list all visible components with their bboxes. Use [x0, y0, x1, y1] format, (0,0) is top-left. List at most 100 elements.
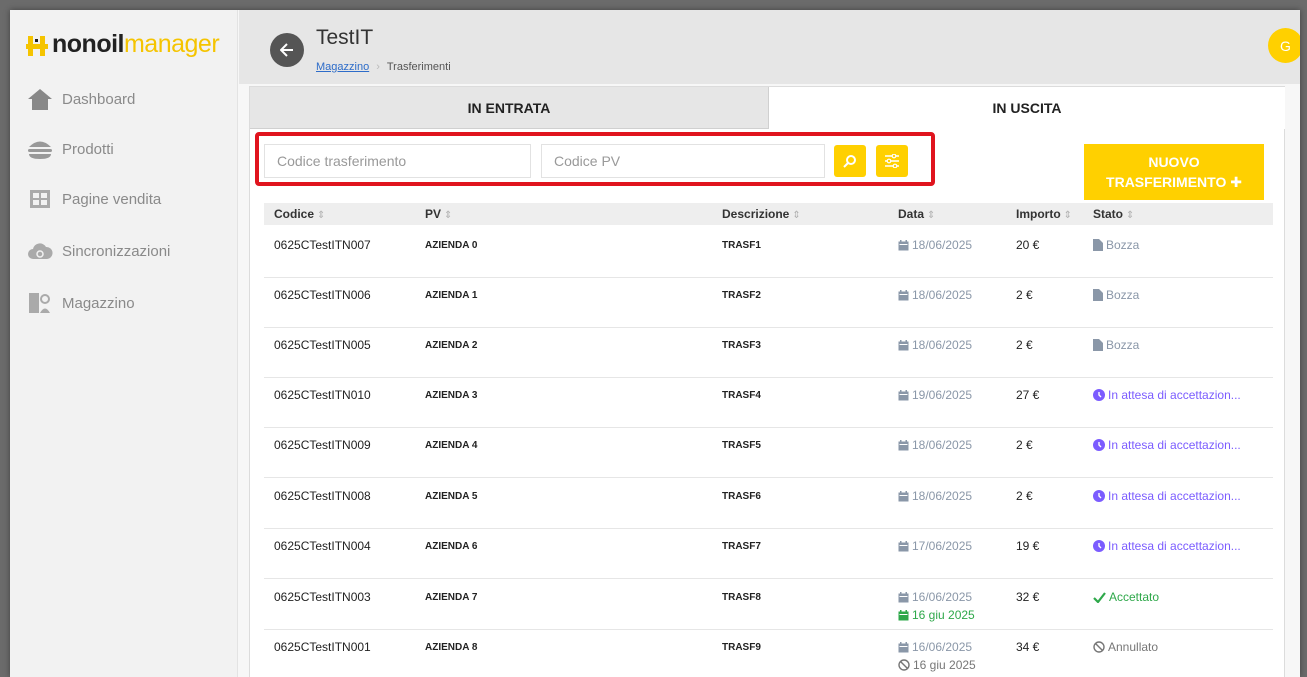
breadcrumb-current: Trasferimenti	[386, 61, 451, 73]
sidebar-item-label: Magazzino	[62, 294, 135, 312]
calendar-icon	[898, 541, 909, 555]
col-header-descrizione[interactable]: Descrizione ⇕	[722, 207, 801, 221]
sidebar: nonoil manager Dashboard Prodotti Pagine…	[10, 10, 238, 677]
storefront-icon	[26, 186, 54, 212]
table-row[interactable]: 0625CTestITN007 AZIENDA 0 TRASF1 18/06/2025…	[264, 228, 1273, 278]
sidebar-item-sincronizzazioni[interactable]: Sincronizzazioni	[26, 238, 170, 264]
table-row[interactable]: 0625CTestITN010 AZIENDA 3 TRASF4 19/06/2025…	[264, 378, 1273, 428]
col-header-stato[interactable]: Stato ⇕	[1093, 207, 1134, 221]
home-icon	[26, 86, 54, 112]
breadcrumb-separator: ›	[376, 61, 380, 73]
calendar-icon	[898, 340, 909, 354]
cell-pv: AZIENDA 0	[425, 240, 478, 251]
clock-icon	[1093, 490, 1105, 505]
cell-pv: AZIENDA 2	[425, 340, 478, 351]
logo-text-manager: manager	[123, 29, 220, 58]
cell-importo: 34 €	[1016, 640, 1040, 654]
new-transfer-button[interactable]: NUOVO TRASFERIMENTO ✚	[1084, 144, 1264, 200]
app-window: nonoil manager Dashboard Prodotti Pagine…	[10, 10, 1300, 677]
sidebar-item-dashboard[interactable]: Dashboard	[26, 86, 135, 112]
cell-descrizione: TRASF7	[722, 541, 761, 552]
check-icon	[1093, 592, 1106, 606]
burger-icon	[26, 136, 54, 162]
table-row[interactable]: 0625CTestITN006 AZIENDA 1 TRASF2 18/06/2025…	[264, 278, 1273, 328]
cell-data: 18/06/2025	[898, 338, 972, 354]
sliders-icon	[885, 154, 899, 168]
table-row[interactable]: 0625CTestITN001 AZIENDA 8 TRASF9 16/06/2025…	[264, 630, 1273, 677]
cell-codice: 0625CTestITN006	[274, 288, 371, 302]
cell-codice: 0625CTestITN010	[274, 388, 371, 402]
sidebar-item-label: Dashboard	[62, 90, 136, 108]
cell-stato: In attesa di accettazion...	[1093, 489, 1241, 505]
col-header-pv[interactable]: PV ⇕	[425, 207, 452, 221]
cell-data: 16/06/2025	[898, 590, 972, 606]
cell-descrizione: TRASF2	[722, 290, 761, 301]
sort-icon: ⇕	[927, 210, 936, 221]
document-icon	[1093, 339, 1103, 354]
cell-pv: AZIENDA 8	[425, 642, 478, 653]
cell-descrizione: TRASF3	[722, 340, 761, 351]
cell-importo: 19 €	[1016, 539, 1040, 553]
cell-codice: 0625CTestITN003	[274, 590, 371, 604]
table-row[interactable]: 0625CTestITN008 AZIENDA 5 TRASF6 18/06/2025…	[264, 479, 1273, 529]
avatar[interactable]: G	[1268, 28, 1300, 63]
cell-codice: 0625CTestITN005	[274, 338, 371, 352]
cell-pv: AZIENDA 5	[425, 491, 478, 502]
cell-stato: Annullato	[1093, 640, 1158, 656]
cell-stato: Bozza	[1093, 338, 1139, 354]
cell-data-secondary: 16 giu 2025	[898, 658, 976, 674]
table-row[interactable]: 0625CTestITN003 AZIENDA 7 TRASF8 16/06/2025…	[264, 580, 1273, 630]
cell-pv: AZIENDA 3	[425, 390, 478, 401]
cell-pv: AZIENDA 6	[425, 541, 478, 552]
cell-codice: 0625CTestITN001	[274, 640, 371, 654]
tab-in-entrata[interactable]: IN ENTRATA	[250, 87, 769, 129]
cell-importo: 32 €	[1016, 590, 1040, 604]
cell-importo: 2 €	[1016, 489, 1033, 503]
cell-descrizione: TRASF9	[722, 642, 761, 653]
cell-data: 17/06/2025	[898, 539, 972, 555]
pv-search-input[interactable]	[541, 144, 825, 178]
sidebar-item-magazzino[interactable]: Magazzino	[26, 290, 135, 316]
tab-in-uscita[interactable]: IN USCITA	[769, 87, 1285, 129]
search-button[interactable]	[834, 145, 866, 177]
arrow-left-icon	[280, 43, 293, 57]
calendar-icon	[898, 440, 909, 454]
table-row[interactable]: 0625CTestITN004 AZIENDA 6 TRASF7 17/06/2025…	[264, 529, 1273, 579]
cell-descrizione: TRASF1	[722, 240, 761, 251]
cell-data: 18/06/2025	[898, 489, 972, 505]
warehouse-icon	[26, 290, 54, 316]
cell-codice: 0625CTestITN004	[274, 539, 371, 553]
cell-data-secondary: 16 giu 2025	[898, 608, 975, 624]
ban-icon	[898, 659, 910, 674]
top-bar: TestIT Magazzino › Trasferimenti G	[239, 10, 1300, 84]
col-header-importo[interactable]: Importo ⇕	[1016, 207, 1072, 221]
table-row[interactable]: 0625CTestITN005 AZIENDA 2 TRASF3 18/06/2025…	[264, 328, 1273, 378]
cell-codice: 0625CTestITN008	[274, 489, 371, 503]
cell-pv: AZIENDA 1	[425, 290, 478, 301]
calendar-icon	[898, 240, 909, 254]
breadcrumb-link-magazzino[interactable]: Magazzino	[316, 61, 369, 73]
sidebar-item-label: Pagine vendita	[62, 190, 162, 208]
new-transfer-label-1: NUOVO	[1148, 154, 1200, 170]
col-header-codice[interactable]: Codice ⇕	[274, 207, 325, 221]
cell-codice: 0625CTestITN007	[274, 238, 371, 252]
cell-data: 19/06/2025	[898, 388, 972, 404]
app-logo[interactable]: nonoil manager	[26, 29, 220, 58]
filters-button[interactable]	[876, 145, 908, 177]
sort-icon: ⇕	[317, 210, 326, 221]
cloud-sync-icon	[26, 238, 54, 264]
back-button[interactable]	[270, 33, 304, 67]
table-row[interactable]: 0625CTestITN009 AZIENDA 4 TRASF5 18/06/2025…	[264, 428, 1273, 478]
transfers-panel: IN ENTRATA IN USCITA NUOVO TRASFERIMENTO…	[249, 86, 1285, 677]
sidebar-item-prodotti[interactable]: Prodotti	[26, 136, 114, 162]
page-title: TestIT	[316, 26, 374, 49]
calendar-icon	[898, 592, 909, 606]
cell-data: 18/06/2025	[898, 288, 972, 304]
cell-descrizione: TRASF8	[722, 592, 761, 603]
breadcrumb: Magazzino › Trasferimenti	[316, 61, 451, 73]
cell-importo: 27 €	[1016, 388, 1040, 402]
col-header-data[interactable]: Data ⇕	[898, 207, 935, 221]
cell-stato: In attesa di accettazion...	[1093, 388, 1241, 404]
code-search-input[interactable]	[264, 144, 531, 178]
sidebar-item-pagine-vendita[interactable]: Pagine vendita	[26, 186, 161, 212]
